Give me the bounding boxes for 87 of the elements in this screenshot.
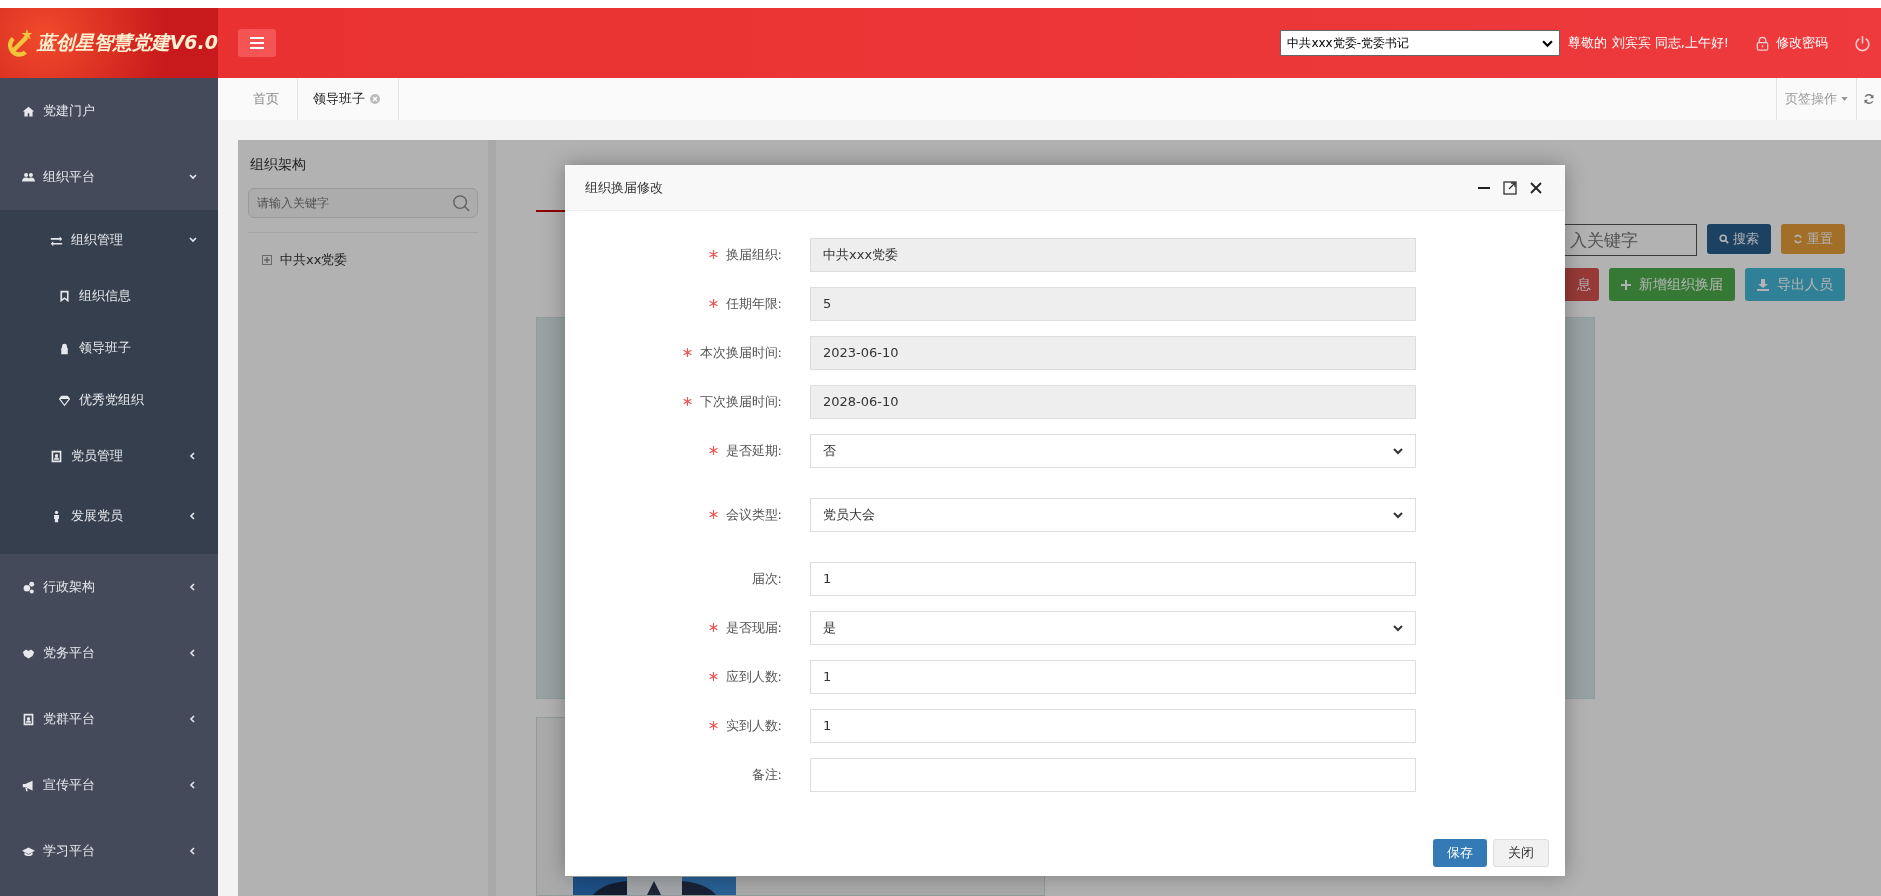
sidebar-label: 组织信息 (79, 287, 132, 305)
sidebar-item[interactable]: 学习平台 (0, 818, 218, 884)
sidebar-label: 党群平台 (43, 710, 96, 728)
sidebar-label: 宣传平台 (43, 776, 96, 794)
plus-icon (1621, 279, 1631, 290)
field-label: 本次换届时间: (699, 343, 782, 362)
megaphone-icon (22, 778, 35, 792)
select-field[interactable]: 是 (810, 610, 1416, 645)
power-icon[interactable] (1854, 34, 1871, 52)
search-icon (1719, 234, 1729, 244)
field-label: 任期年限: (725, 294, 782, 313)
maximize-icon[interactable] (1503, 180, 1517, 195)
select-field[interactable]: 党员大会 (810, 497, 1416, 532)
menu-icon (250, 37, 264, 49)
sidebar-item[interactable]: 组织管理 (0, 210, 218, 270)
tree-node[interactable]: 中共xx党委 (262, 251, 464, 269)
refresh-icon (1793, 234, 1803, 244)
readonly-field: 中共xxx党委 (810, 237, 1416, 272)
change-password-link[interactable]: 修改密码 (1755, 34, 1828, 52)
app-title: 蓝创星智慧党建V6.0 (36, 30, 218, 55)
figure-icon (58, 341, 71, 355)
input-field[interactable]: 1 (810, 561, 1416, 596)
sidebar-label: 领导班子 (79, 339, 132, 357)
users-icon (22, 170, 35, 184)
close-icon[interactable] (1529, 180, 1543, 195)
field-label: 届次: (751, 569, 782, 588)
field-label: 下次换届时间: (699, 392, 782, 411)
chevron-down-icon (1393, 509, 1403, 520)
sidebar-item[interactable]: 党员管理 (0, 426, 218, 486)
download-icon (1757, 278, 1769, 291)
field-label: 换届组织: (725, 245, 782, 264)
field-label: 应到人数: (725, 667, 782, 686)
sidebar-item[interactable]: 党群平台 (0, 686, 218, 752)
select-field[interactable]: 否 (810, 433, 1416, 468)
id-card-icon (22, 712, 35, 726)
menu-button[interactable] (238, 29, 276, 57)
field-label: 实到人数: (725, 716, 782, 735)
field-label: 是否现届: (725, 618, 782, 637)
field-label: 备注: (751, 765, 782, 784)
sidebar-item[interactable]: 组织平台 (0, 144, 218, 210)
search-button[interactable]: 搜索 (1707, 224, 1771, 254)
sidebar-label: 行政架构 (43, 578, 96, 596)
chevron-down-icon (1393, 445, 1403, 456)
sidebar-item[interactable]: 组织信息 (0, 270, 218, 322)
role-select[interactable]: 中共xxx党委-党委书记 (1280, 30, 1561, 56)
search-icon[interactable] (452, 194, 470, 212)
sidebar-label: 党建门户 (43, 102, 96, 120)
sidebar-label: 组织管理 (71, 231, 124, 249)
sidebar-item[interactable]: 宣传平台 (0, 752, 218, 818)
readonly-field: 2023-06-10 (810, 335, 1416, 370)
sidebar-label: 优秀党组织 (79, 391, 145, 409)
page-tab[interactable]: 领导班子 (298, 78, 399, 120)
sidebar-label: 学习平台 (43, 842, 96, 860)
input-field[interactable]: 1 (810, 708, 1416, 743)
field-label: 是否延期: (725, 441, 782, 460)
sidebar-label: 党员管理 (71, 447, 124, 465)
field-label: 会议类型: (725, 505, 782, 524)
tree-label: 中共xx党委 (280, 251, 348, 269)
sidebar-label: 组织平台 (43, 168, 96, 186)
sidebar-item[interactable]: 优秀党组织 (0, 374, 218, 426)
refresh-icon (1863, 93, 1875, 105)
input-field[interactable] (810, 757, 1416, 792)
page-tab[interactable]: 首页 (238, 78, 298, 120)
bookmark-icon (58, 289, 71, 303)
sidebar-item[interactable]: 党建门户 (0, 78, 218, 144)
id-card-icon (50, 449, 63, 463)
readonly-field: 5 (810, 286, 1416, 321)
home-icon (22, 104, 35, 118)
sidebar-item[interactable]: 发展党员 (0, 486, 218, 546)
save-button[interactable]: 保存 (1433, 839, 1487, 867)
readonly-field: 2028-06-10 (810, 384, 1416, 419)
expand-icon[interactable] (262, 255, 272, 265)
dialog-title: 组织换届修改 (585, 178, 663, 197)
lock-icon (1755, 35, 1770, 51)
diamond-icon (58, 393, 71, 407)
sidebar-label: 发展党员 (71, 507, 124, 525)
chevron-down-icon (1393, 622, 1403, 633)
panel-title: 组织架构 (250, 156, 307, 174)
sidebar-item[interactable]: 领导班子 (0, 322, 218, 374)
sidebar-label: 党务平台 (43, 644, 96, 662)
greeting-text: 尊敬的 刘宾宾 同志,上午好! (1568, 34, 1729, 52)
graduation-cap-icon (22, 844, 35, 858)
caret-icon (1841, 97, 1848, 101)
input-field[interactable]: 1 (810, 659, 1416, 694)
sidebar-item[interactable]: 党务平台 (0, 620, 218, 686)
close-button[interactable]: 关闭 (1493, 839, 1549, 867)
sidebar-item[interactable]: 行政架构 (0, 554, 218, 620)
